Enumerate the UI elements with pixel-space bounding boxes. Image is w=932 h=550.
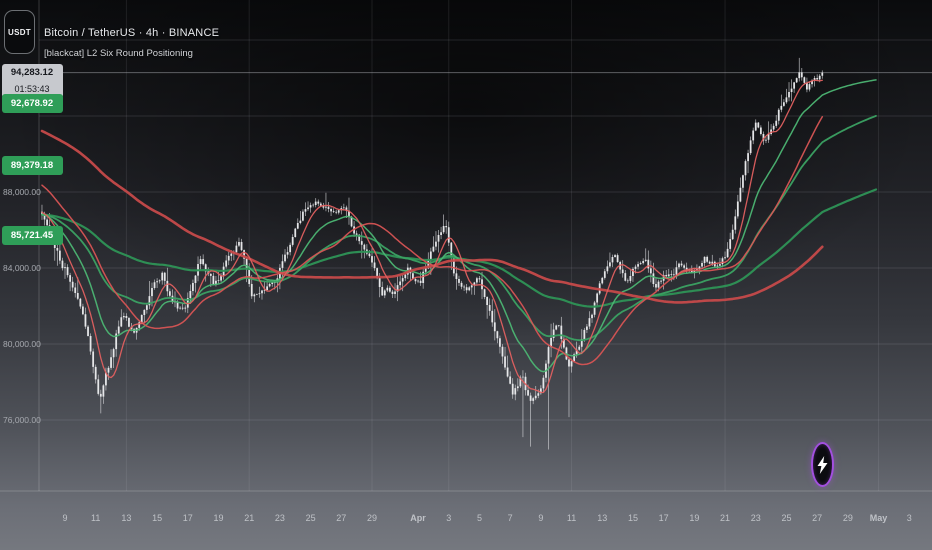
time-tick-label: 29 <box>843 513 853 523</box>
candles-layer <box>41 57 824 450</box>
time-tick-label: 7 <box>508 513 513 523</box>
gridlines-layer <box>39 0 932 491</box>
ma-value-label: 92,678.92 <box>1 93 63 113</box>
price-tick-label: 88,000.00 <box>3 187 41 197</box>
last-price-value: 94,283.12 <box>10 67 54 79</box>
chart-canvas[interactable]: 88,000.00 84,000.00 80,000.00 76,000.00 9 11 1… <box>0 0 932 550</box>
time-tick-label: 23 <box>751 513 761 523</box>
time-tick-label: 21 <box>244 513 254 523</box>
currency-toggle-button[interactable]: USDT <box>4 10 35 54</box>
ma-value-label: 89,379.18 <box>1 156 63 176</box>
currency-toggle-label: USDT <box>8 27 31 37</box>
price-tick-label: 80,000.00 <box>3 339 41 349</box>
boost-button[interactable] <box>811 442 834 487</box>
time-tick-label: 3 <box>446 513 451 523</box>
time-tick-label: 17 <box>183 513 193 523</box>
time-tick-label: 27 <box>336 513 346 523</box>
time-tick-label: 15 <box>628 513 638 523</box>
time-tick-label: 5 <box>477 513 482 523</box>
time-tick-label: 19 <box>689 513 699 523</box>
price-tick-label: 84,000.00 <box>3 263 41 273</box>
ma-value-label: 85,721.45 <box>1 225 63 245</box>
time-tick-label: 9 <box>62 513 67 523</box>
time-tick-label: 25 <box>306 513 316 523</box>
chart-panel: 88,000.00 84,000.00 80,000.00 76,000.00 9 11 1… <box>0 0 932 550</box>
time-tick-label: 13 <box>121 513 131 523</box>
price-axis[interactable]: 88,000.00 84,000.00 80,000.00 76,000.00 <box>3 187 41 425</box>
time-tick-label: 21 <box>720 513 730 523</box>
time-tick-label: Apr <box>410 513 426 523</box>
ma-line-slow-red <box>40 129 824 304</box>
time-tick-label: 17 <box>659 513 669 523</box>
time-tick-label: 9 <box>538 513 543 523</box>
time-tick-label: 27 <box>812 513 822 523</box>
time-tick-label: May <box>870 513 888 523</box>
time-tick-label: 23 <box>275 513 285 523</box>
time-tick-label: 11 <box>91 513 100 523</box>
time-tick-label: 13 <box>597 513 607 523</box>
ma-line-mid-red <box>41 116 824 366</box>
ma-line-fast-red <box>41 79 823 394</box>
time-tick-label: 3 <box>907 513 912 523</box>
price-tick-label: 76,000.00 <box>3 415 41 425</box>
lightning-bolt-icon <box>817 455 828 474</box>
time-tick-label: 11 <box>567 513 576 523</box>
time-tick-label: 19 <box>213 513 223 523</box>
time-tick-label: 29 <box>367 513 377 523</box>
ma-lines-layer <box>40 79 878 394</box>
time-axis[interactable]: 9 11 13 15 17 19 21 23 25 27 29 Apr 3 5 7 9 11 13 15 17 19 21… <box>62 513 911 523</box>
time-tick-label: 15 <box>152 513 162 523</box>
time-tick-label: 25 <box>781 513 791 523</box>
